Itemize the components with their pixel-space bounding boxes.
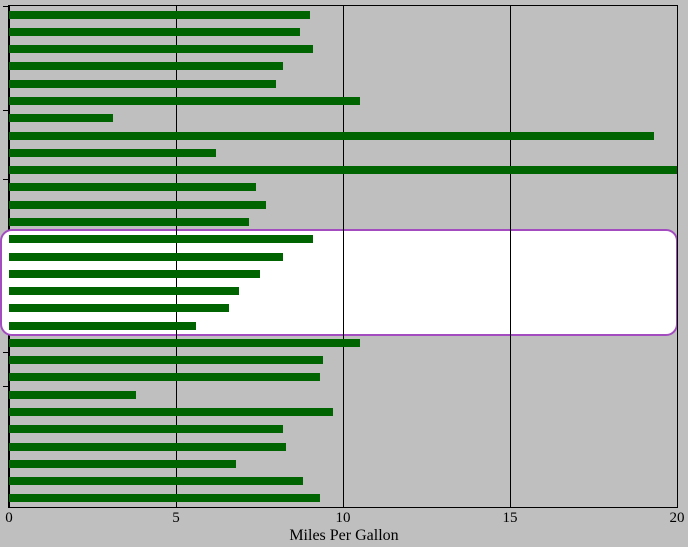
chart-bar — [9, 322, 196, 330]
chart-y-tick — [3, 110, 8, 111]
chart-bar — [9, 201, 266, 209]
chart-bar — [9, 28, 300, 36]
chart-bar — [9, 166, 677, 174]
chart-bar — [9, 97, 360, 105]
chart-bar — [9, 218, 249, 226]
chart-bar — [9, 253, 283, 261]
chart-bar — [9, 183, 256, 191]
chart-x-tick-label: 5 — [172, 510, 180, 527]
chart-bar — [9, 287, 239, 295]
chart-bar — [9, 62, 283, 70]
chart-x-tick-label: 10 — [336, 510, 351, 527]
chart-bar — [9, 425, 283, 433]
chart-bar — [9, 373, 320, 381]
chart-bar — [9, 114, 113, 122]
chart-y-tick — [3, 386, 8, 387]
chart-bar — [9, 235, 313, 243]
chart-y-tick — [3, 6, 8, 7]
chart-bar — [9, 11, 310, 19]
chart-bar — [9, 408, 333, 416]
chart-x-tick-label: 15 — [503, 510, 518, 527]
chart-x-tick-label: 0 — [5, 510, 13, 527]
chart-x-tick-label: 20 — [670, 510, 685, 527]
chart-bar — [9, 270, 260, 278]
chart-y-tick — [3, 352, 8, 353]
chart-bar — [9, 460, 236, 468]
chart-bar — [9, 80, 276, 88]
chart-bar — [9, 304, 229, 312]
chart-x-axis-label: Miles Per Gallon — [0, 527, 688, 545]
chart-bar — [9, 132, 654, 140]
chart-bar — [9, 356, 323, 364]
chart-bar — [9, 45, 313, 53]
chart-y-tick — [3, 179, 8, 180]
chart-bar — [9, 391, 136, 399]
chart-bar — [9, 443, 286, 451]
chart-bar — [9, 494, 320, 502]
chart-bars-overlay — [9, 6, 677, 507]
chart-bar — [9, 339, 360, 347]
chart-bar — [9, 477, 303, 485]
chart-bar — [9, 149, 216, 157]
